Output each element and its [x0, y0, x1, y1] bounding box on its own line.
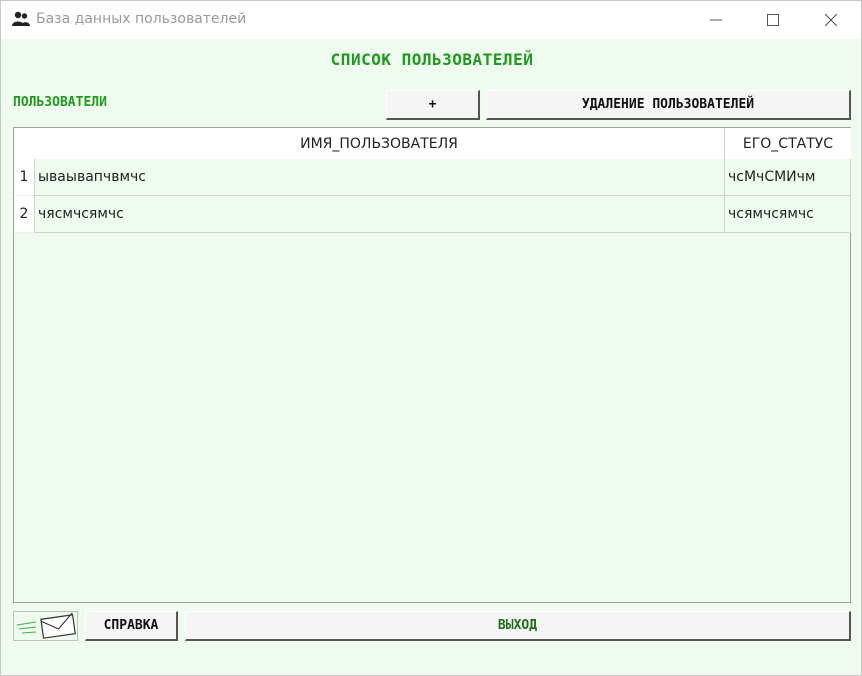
table-cell-status[interactable]: чсямчсямчс [725, 196, 851, 233]
delete-users-button[interactable]: УДАЛЕНИЕ ПОЛЬЗОВАТЕЛЕЙ [486, 90, 851, 120]
close-icon [825, 14, 837, 26]
row-number[interactable]: 2 [14, 196, 34, 233]
row-number[interactable]: 1 [14, 159, 34, 196]
column-header-name[interactable]: ИМЯ_ПОЛЬЗОВАТЕЛЯ [34, 128, 725, 159]
exit-button[interactable]: ВЫХОД [185, 611, 851, 641]
window-title: База данных пользователей [36, 11, 247, 27]
page-title: СПИСОК ПОЛЬЗОВАТЕЛЕЙ [330, 50, 534, 69]
help-button[interactable]: СПРАВКА [85, 611, 178, 641]
table-corner [14, 128, 34, 159]
add-user-button[interactable]: + [386, 90, 480, 120]
close-button[interactable] [802, 1, 860, 39]
users-icon [12, 11, 30, 27]
users-table[interactable]: ИМЯ_ПОЛЬЗОВАТЕЛЯ ЕГО_СТАТУС 1 ываывапчвм… [13, 127, 851, 603]
table-cell-name[interactable]: ываывапчвмчс [34, 159, 725, 196]
minimize-button[interactable] [687, 1, 745, 39]
column-header-status[interactable]: ЕГО_СТАТУС [725, 128, 851, 159]
users-section-label: ПОЛЬЗОВАТЕЛИ [13, 95, 107, 110]
maximize-button[interactable] [744, 1, 802, 39]
table-cell-status[interactable]: чсМчСМИчм [725, 159, 851, 196]
minimize-icon [710, 19, 722, 21]
mail-icon[interactable] [13, 611, 78, 641]
app-window: База данных пользователей СПИСОК ПОЛЬЗОВ… [0, 0, 862, 676]
maximize-icon [767, 14, 779, 26]
title-bar[interactable]: База данных пользователей [1, 1, 861, 39]
table-cell-name[interactable]: чясмчсямчс [34, 196, 725, 233]
